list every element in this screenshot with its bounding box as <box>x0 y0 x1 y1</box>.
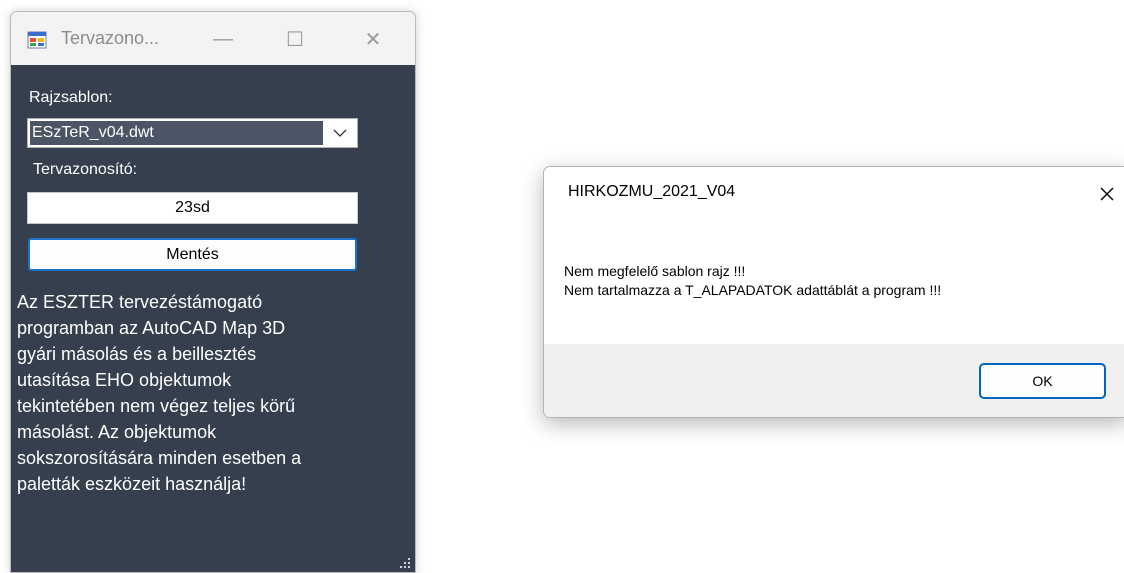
form-client-area: Rajzsablon: ESzTeR_v04.dwt Tervazonosító… <box>11 65 415 572</box>
message-dialog: HIRKOZMU_2021_V04 Nem megfelelő sablon r… <box>543 166 1124 418</box>
ok-button[interactable]: OK <box>979 363 1106 399</box>
template-selected-value: ESzTeR_v04.dwt <box>30 121 323 145</box>
close-button[interactable]: ✕ <box>351 22 395 56</box>
app-icon <box>27 30 47 50</box>
maximize-button[interactable]: ☐ <box>273 22 317 56</box>
dialog-message-line: Nem tartalmazza a T_ALAPADATOK adattáblá… <box>564 282 942 298</box>
dialog-title: HIRKOZMU_2021_V04 <box>568 183 736 200</box>
dialog-footer: OK <box>544 344 1124 417</box>
template-dropdown[interactable]: ESzTeR_v04.dwt <box>27 118 358 148</box>
resize-grip-icon[interactable] <box>399 556 411 568</box>
id-input[interactable]: 23sd <box>27 192 358 224</box>
dialog-message-line: Nem megfelelő sablon rajz !!! <box>564 263 746 279</box>
form-title: Tervazono... <box>61 28 160 48</box>
dialog-close-icon[interactable] <box>1092 179 1122 209</box>
dialog-message: Nem megfelelő sablon rajz !!! Nem tartal… <box>564 262 941 300</box>
description-text: Az ESZTER tervezéstámogató programban az… <box>17 292 302 494</box>
form-window: Tervazono... — ☐ ✕ Rajzsablon: ESzTeR_v0… <box>10 11 416 573</box>
chevron-down-icon[interactable] <box>323 119 357 147</box>
template-label: Rajzsablon: <box>29 89 113 106</box>
minimize-button[interactable]: — <box>201 22 245 56</box>
id-label: Tervazonosító: <box>33 161 138 178</box>
save-button[interactable]: Mentés <box>28 238 357 271</box>
form-titlebar[interactable]: Tervazono... — ☐ ✕ <box>11 12 415 65</box>
